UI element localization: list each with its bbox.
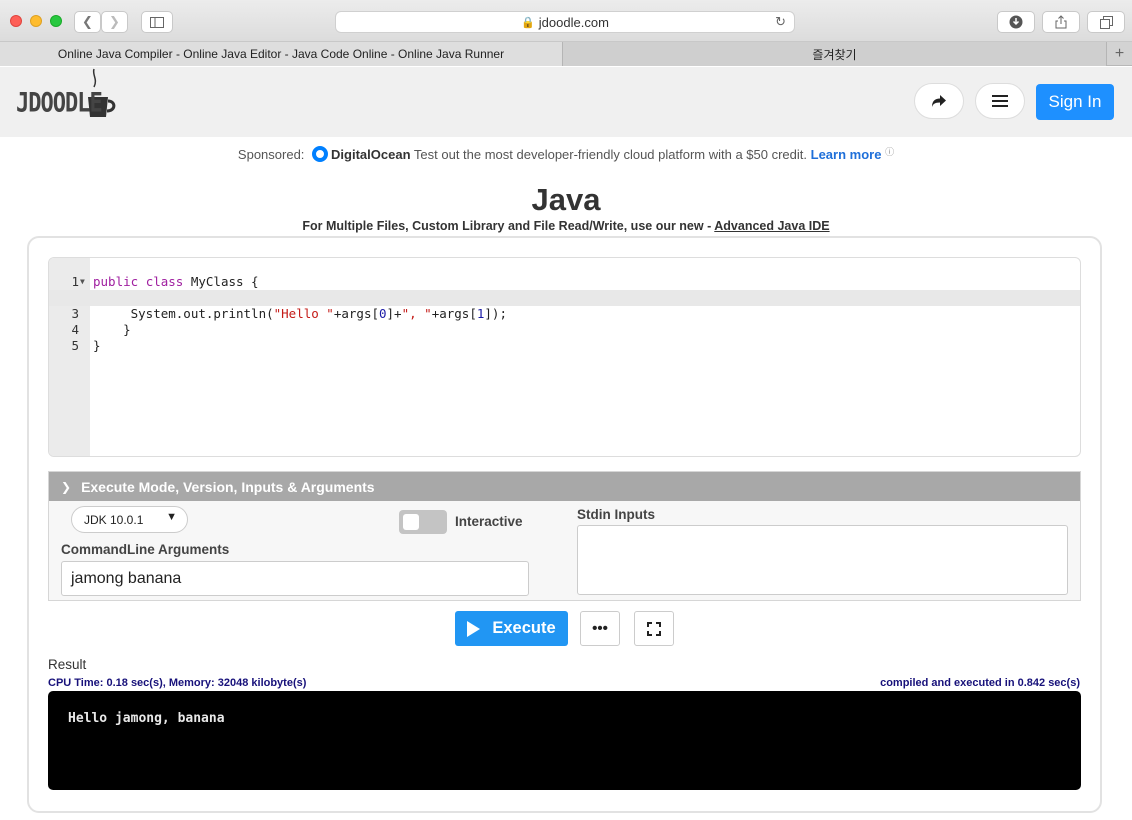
chevron-down-icon: ❯	[61, 479, 72, 494]
close-window-button[interactable]	[10, 15, 22, 27]
sidebar-icon	[150, 16, 164, 28]
execute-options-header[interactable]: ❯ Execute Mode, Version, Inputs & Argume…	[49, 472, 1080, 501]
fullscreen-button[interactable]	[634, 611, 674, 646]
sponsor-brand[interactable]: DigitalOcean	[331, 147, 410, 162]
reload-icon[interactable]: ↻	[775, 14, 786, 30]
tab-title: Online Java Compiler - Online Java Edito…	[57, 47, 505, 61]
toggle-knob	[403, 514, 419, 530]
zoom-window-button[interactable]	[50, 15, 62, 27]
stdin-textarea[interactable]	[577, 525, 1068, 595]
downloads-button[interactable]	[997, 11, 1035, 33]
browser-tab-jdoodle[interactable]: Online Java Compiler - Online Java Edito…	[0, 42, 563, 66]
forward-button[interactable]: ❯	[101, 11, 128, 33]
code-line: 4 }	[49, 306, 1080, 337]
interactive-toggle[interactable]	[399, 510, 447, 534]
code-line: 5}	[49, 322, 1080, 353]
logo-text: JDOODLE	[16, 88, 103, 119]
browser-titlebar: ❮ ❯ 🔒 jdoodle.com ↻	[0, 0, 1132, 42]
tab-title: 즐겨찾기	[812, 47, 857, 62]
result-label: Result	[48, 657, 87, 672]
subtitle-text: For Multiple Files, Custom Library and F…	[302, 219, 712, 233]
cpu-stats: CPU Time: 0.18 sec(s), Memory: 32048 kil…	[48, 677, 307, 689]
chevron-right-icon: ❯	[109, 14, 120, 29]
more-options-button[interactable]: •••	[580, 611, 620, 646]
jdoodle-logo[interactable]: JDOODLE	[16, 67, 126, 127]
download-icon	[1009, 15, 1023, 29]
sponsor-banner: Sponsored: DigitalOcean Test out the mos…	[0, 145, 1132, 162]
back-button[interactable]: ❮	[74, 11, 101, 33]
code-editor[interactable]: 1▼public class MyClass { 2▼ public stati…	[48, 257, 1081, 457]
stdin-label: Stdin Inputs	[577, 507, 655, 522]
browser-tab-favorites[interactable]: 즐겨찾기	[563, 42, 1107, 66]
sign-in-button[interactable]: Sign In	[1036, 84, 1114, 120]
minimize-window-button[interactable]	[30, 15, 42, 27]
info-icon[interactable]: ⓘ	[885, 147, 894, 157]
share-button[interactable]	[1042, 11, 1080, 33]
share-icon	[1055, 15, 1067, 29]
menu-button[interactable]	[975, 83, 1025, 119]
interactive-label: Interactive	[455, 514, 523, 529]
jdk-version-value: JDK 10.0.1	[84, 512, 144, 527]
chevron-left-icon: ❮	[82, 14, 93, 29]
fullscreen-icon	[647, 621, 661, 636]
page-subtitle: For Multiple Files, Custom Library and F…	[0, 219, 1132, 233]
hamburger-icon	[992, 95, 1008, 107]
play-icon	[467, 620, 481, 637]
share-code-button[interactable]	[914, 83, 964, 119]
sponsor-prefix: Sponsored:	[237, 147, 305, 162]
sidebar-toggle-button[interactable]	[141, 11, 173, 33]
code-line: 1 ▼ public class MyClass {	[49, 258, 1080, 289]
section-title: Execute Mode, Version, Inputs & Argument…	[81, 478, 375, 495]
execute-button[interactable]: Execute	[455, 611, 568, 646]
compile-stats: compiled and executed in 0.842 sec(s)	[880, 677, 1080, 689]
cmd-args-label: CommandLine Arguments	[61, 542, 230, 557]
digitalocean-logo-icon	[312, 146, 329, 162]
sponsor-text: Test out the most developer-friendly clo…	[413, 147, 807, 162]
tab-overview-button[interactable]	[1087, 11, 1125, 33]
output-console[interactable]: Hello jamong, banana	[48, 691, 1081, 790]
page-title: Java	[531, 182, 601, 217]
code-line: 2▼ public static void main(String args[]…	[49, 274, 1080, 305]
tabs-icon	[1099, 15, 1113, 29]
site-header: JDOODLE	[0, 67, 1132, 137]
share-arrow-icon	[932, 95, 946, 107]
code-line-active: 3 System.out.println("Hello "+args[0]+",…	[49, 290, 1080, 321]
chevron-down-icon: ▼	[166, 511, 177, 523]
learn-more-link[interactable]: Learn more	[811, 147, 882, 162]
cmd-args-input[interactable]: jamong banana	[61, 561, 529, 596]
tab-bar: Online Java Compiler - Online Java Edito…	[0, 42, 1132, 66]
lock-icon: 🔒	[521, 16, 535, 29]
line-number: 5	[71, 338, 79, 353]
more-icon: •••	[592, 620, 608, 637]
jdk-version-select[interactable]: JDK 10.0.1 ▼	[71, 506, 188, 533]
address-bar[interactable]: 🔒 jdoodle.com ↻	[335, 11, 795, 33]
execute-label: Execute	[492, 619, 556, 637]
advanced-ide-link[interactable]: Advanced Java IDE	[714, 219, 829, 233]
new-tab-button[interactable]: +	[1107, 42, 1132, 66]
url-text: jdoodle.com	[538, 14, 609, 30]
